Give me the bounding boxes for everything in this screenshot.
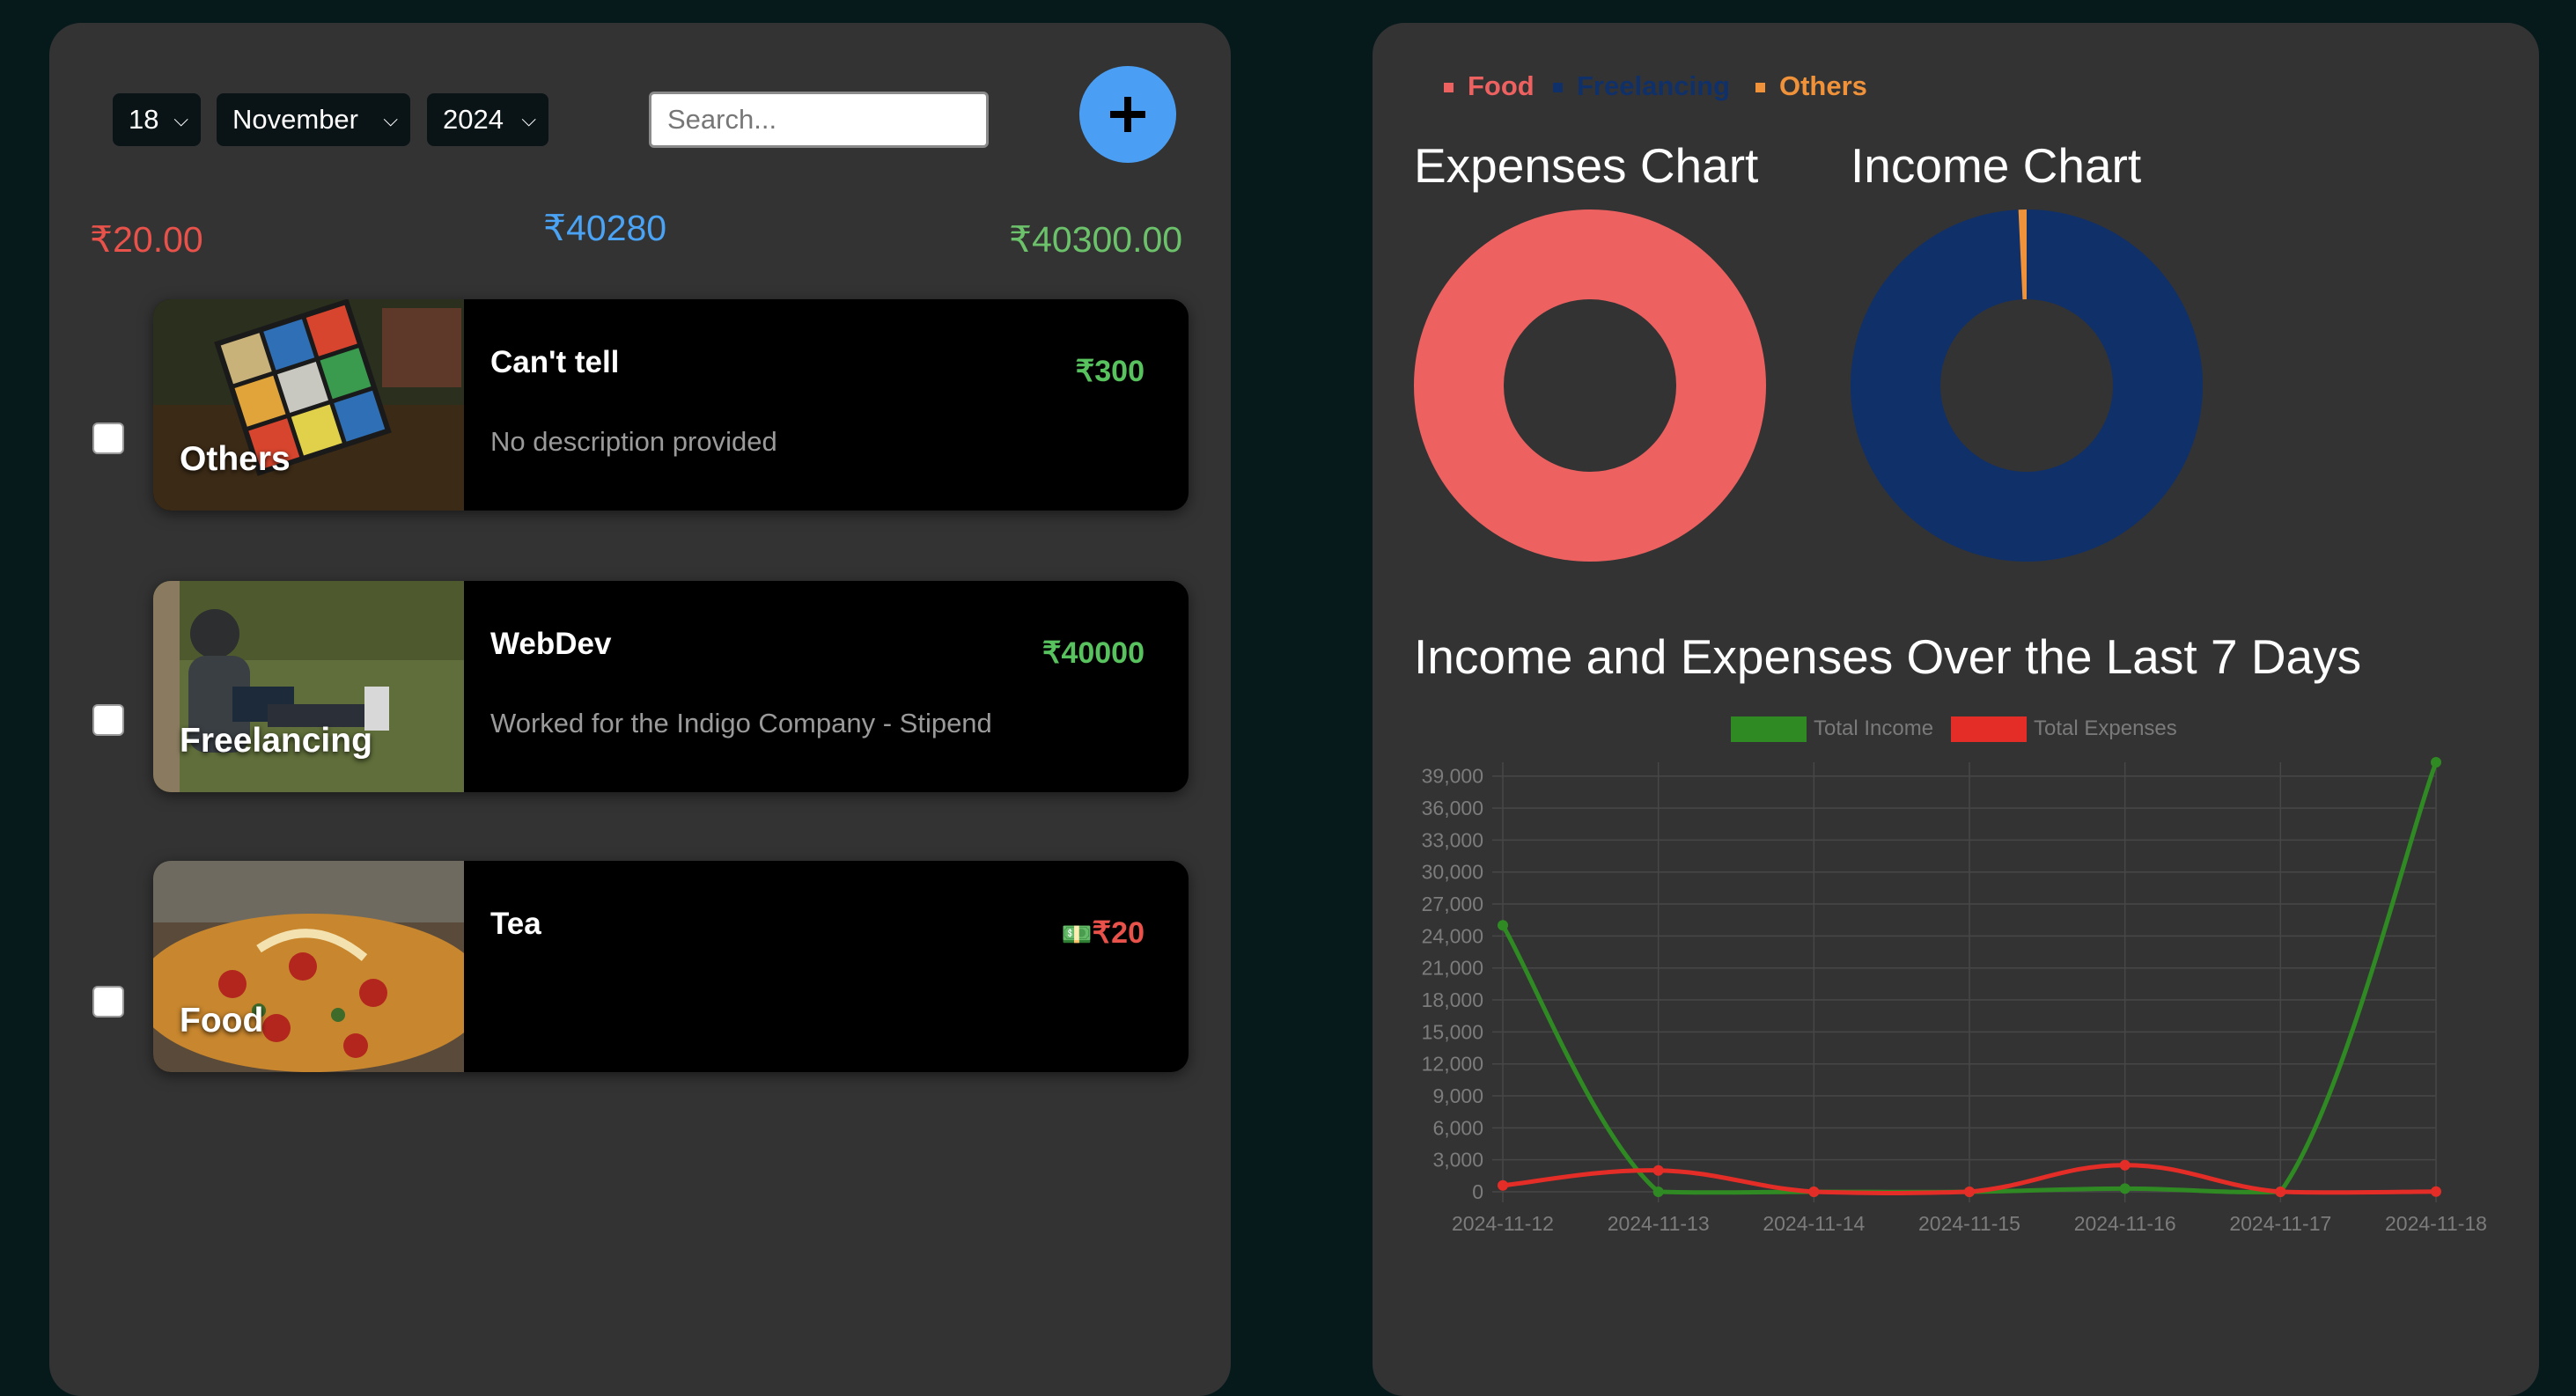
add-transaction-button[interactable]: [1079, 66, 1176, 163]
legend-item-others[interactable]: Others: [1755, 70, 1867, 102]
category-label: Freelancing: [180, 722, 372, 760]
transaction-title: Tea: [490, 907, 541, 941]
transaction-checkbox[interactable]: [92, 986, 124, 1018]
balance-total: ₹40280: [543, 208, 667, 248]
transaction-card[interactable]: Food Tea 💵₹20: [153, 861, 1189, 1072]
transaction-checkbox[interactable]: [92, 422, 124, 454]
legend-item-total-expenses[interactable]: Total Expenses: [1951, 716, 2177, 743]
legend-swatch: [1951, 716, 2027, 743]
chevron-down-icon: ⌵: [383, 108, 398, 130]
legend-swatch: [1731, 716, 1807, 743]
income-chart-title: Income Chart: [1851, 138, 2142, 193]
legend-swatch: [1755, 83, 1765, 93]
month-select[interactable]: November ⌵: [217, 93, 410, 146]
cash-icon: 💵: [1061, 921, 1093, 948]
legend-label: Others: [1779, 70, 1867, 101]
transaction-amount: ₹300: [1075, 355, 1144, 388]
year-select-value: 2024: [443, 104, 504, 135]
category-image-food: Food: [153, 861, 464, 1072]
legend-label: Freelancing: [1577, 70, 1730, 101]
transaction-description: Worked for the Indigo Company - Stipend: [490, 708, 992, 738]
chevron-down-icon: ⌵: [173, 108, 188, 130]
expenses-slice-food[interactable]: [1414, 209, 1766, 562]
legend-label: Food: [1468, 70, 1535, 101]
legend-swatch: [1553, 83, 1563, 93]
transaction-title: WebDev: [490, 627, 612, 661]
legend-item-freelancing[interactable]: Freelancing: [1553, 70, 1730, 102]
legend-swatch: [1444, 83, 1454, 93]
search-input[interactable]: [649, 92, 989, 148]
chevron-down-icon: ⌵: [521, 108, 536, 130]
line-chart-title: Income and Expenses Over the Last 7 Days: [1414, 629, 2362, 684]
category-label: Others: [180, 440, 291, 478]
month-select-value: November: [232, 104, 358, 135]
transaction-amount: 💵₹20: [1062, 915, 1144, 951]
transaction-title: Can't tell: [490, 345, 620, 379]
transaction-card[interactable]: Freelancing WebDev Worked for the Indigo…: [153, 581, 1189, 792]
expense-total: ₹20.00: [90, 219, 203, 260]
day-select-value: 18: [129, 104, 159, 135]
category-label: Food: [180, 1002, 264, 1040]
category-image-others: Others: [153, 299, 464, 511]
day-select[interactable]: 18 ⌵: [113, 93, 201, 146]
expenses-chart-title: Expenses Chart: [1414, 138, 1759, 193]
transaction-checkbox[interactable]: [92, 704, 124, 736]
income-donut-chart: [1851, 209, 2203, 562]
transaction-amount: ₹40000: [1041, 636, 1144, 670]
expenses-donut-chart: [1414, 209, 1766, 562]
transaction-amount-value: ₹20: [1092, 916, 1144, 950]
income-total: ₹40300.00: [1009, 219, 1183, 260]
legend-item-food[interactable]: Food: [1444, 70, 1535, 102]
legend-item-total-income[interactable]: Total Income: [1731, 716, 1934, 743]
legend-label: Total Expenses: [2034, 716, 2177, 740]
year-select[interactable]: 2024 ⌵: [427, 93, 548, 146]
transaction-card[interactable]: Others Can't tell No description provide…: [153, 299, 1189, 511]
category-image-freelancing: Freelancing: [153, 581, 464, 792]
legend-label: Total Income: [1814, 716, 1934, 740]
plus-icon: [1110, 97, 1145, 132]
transaction-description: No description provided: [490, 426, 777, 457]
